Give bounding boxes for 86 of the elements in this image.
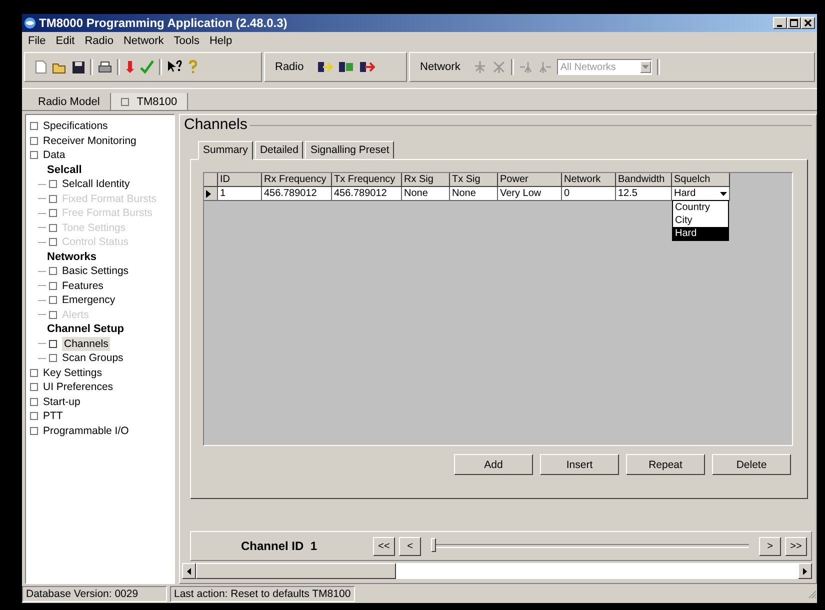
action-button[interactable]: Delete [712,454,791,475]
tree-item[interactable]: Selcall Identity [49,177,130,192]
dropdown-option[interactable]: City [673,214,728,227]
close-icon [804,19,812,27]
radio-verify-icon[interactable] [338,60,354,74]
tree-item[interactable]: Features [49,278,104,293]
tree-group-heading: Selcall [46,162,83,177]
dropdown-option[interactable]: Hard [673,227,728,240]
open-folder-icon[interactable] [52,60,67,74]
tree-item[interactable]: Basic Settings [49,264,129,278]
tree-item[interactable]: Scan Groups [49,351,124,366]
grid-corner-cell [204,173,218,187]
column-header[interactable]: Network [562,173,616,187]
resize-grip-icon[interactable] [807,588,817,598]
tab[interactable]: Detailed [254,141,304,159]
horizontal-scrollbar[interactable] [182,563,812,579]
tree-item[interactable]: Start-up [30,394,174,409]
status-text: Last action: Reset to defaults TM8100 [170,586,355,602]
channel-id-label: Channel ID 1 [241,539,318,553]
action-button[interactable]: Insert [540,454,619,475]
table-cell[interactable]: 456.789012 [262,187,332,201]
slider-thumb[interactable] [431,538,436,552]
close-button[interactable] [801,17,815,29]
toolbar-label: Network [420,61,460,73]
tree-group-heading: Channel Setup [46,322,126,336]
status-text: Database Version: 0029 [22,586,167,602]
column-header[interactable]: Rx Frequency [262,173,332,187]
squelch-dropdown[interactable]: Hard [672,187,729,200]
tree-item[interactable]: Specifications [30,119,174,134]
tree-item[interactable]: Data [30,148,174,162]
window-title: TM8000 Programming Application (2.48.0.3) [39,16,288,30]
tab[interactable]: Signalling Preset [305,141,394,159]
tree-item[interactable]: PTT [30,409,174,424]
table-cell[interactable]: 1 [218,187,262,201]
help-pointer-icon[interactable] [167,60,183,74]
last-button[interactable]: >> [785,536,807,556]
menu-item[interactable]: Radio [84,34,114,46]
tree-item[interactable]: Programmable I/O [30,424,174,438]
dropdown-arrow-icon [642,65,650,69]
radio-write-icon[interactable] [358,60,375,74]
row-header-cell[interactable] [204,187,218,201]
table-cell[interactable]: None [450,187,498,201]
next-button[interactable]: > [759,536,781,556]
menu-item[interactable]: File [28,34,46,46]
dropdown-arrow-icon [720,192,727,196]
model-tab[interactable]: TM8100 [110,93,188,110]
dropdown-option[interactable]: Country [673,201,728,214]
action-button[interactable]: Add [454,454,533,475]
scroll-left-icon[interactable] [187,568,191,574]
maximize-button[interactable] [787,17,801,29]
radio-read-icon[interactable] [316,60,333,74]
first-button[interactable]: << [373,536,395,556]
toolbar-label: Radio [275,61,304,73]
previous-button[interactable]: < [399,536,421,556]
tree-item[interactable]: Emergency [49,293,116,308]
column-header[interactable]: Tx Sig [450,173,498,187]
tab[interactable]: Summary [198,141,253,160]
menu-item[interactable]: Tools [174,34,200,46]
menu-item[interactable]: Edit [56,34,75,46]
tree-group-heading: Networks [46,250,98,264]
action-button[interactable]: Repeat [626,454,705,475]
table-cell[interactable]: Very Low [498,187,562,201]
table-cell[interactable]: 0 [562,187,616,201]
menu-item[interactable]: Help [209,34,232,46]
tree-item[interactable]: Key Settings [30,366,174,380]
new-file-icon[interactable] [35,60,47,74]
minimize-button[interactable] [773,17,787,29]
tree-item[interactable]: UI Preferences [30,380,174,394]
column-header[interactable]: Power [498,173,562,187]
maximize-icon [790,19,798,27]
table-cell[interactable]: 12.5 [616,187,672,201]
app-icon [24,17,36,29]
checkmark-icon[interactable] [140,60,154,74]
print-icon[interactable] [98,60,112,74]
menu-item[interactable]: Network [123,34,164,46]
column-header[interactable]: Rx Sig [402,173,450,187]
column-header[interactable]: Bandwidth [616,173,672,187]
column-header[interactable]: ID [218,173,262,187]
column-header[interactable]: Squelch [672,173,730,187]
table-cell[interactable]: None [402,187,450,201]
column-header[interactable]: Tx Frequency [332,173,402,187]
tree-item[interactable]: Receiver Monitoring [30,134,174,148]
save-icon[interactable] [72,60,85,74]
scroll-right-icon[interactable] [803,568,807,574]
table-cell[interactable]: 456.789012 [332,187,402,201]
arrow-icon[interactable] [125,60,135,74]
